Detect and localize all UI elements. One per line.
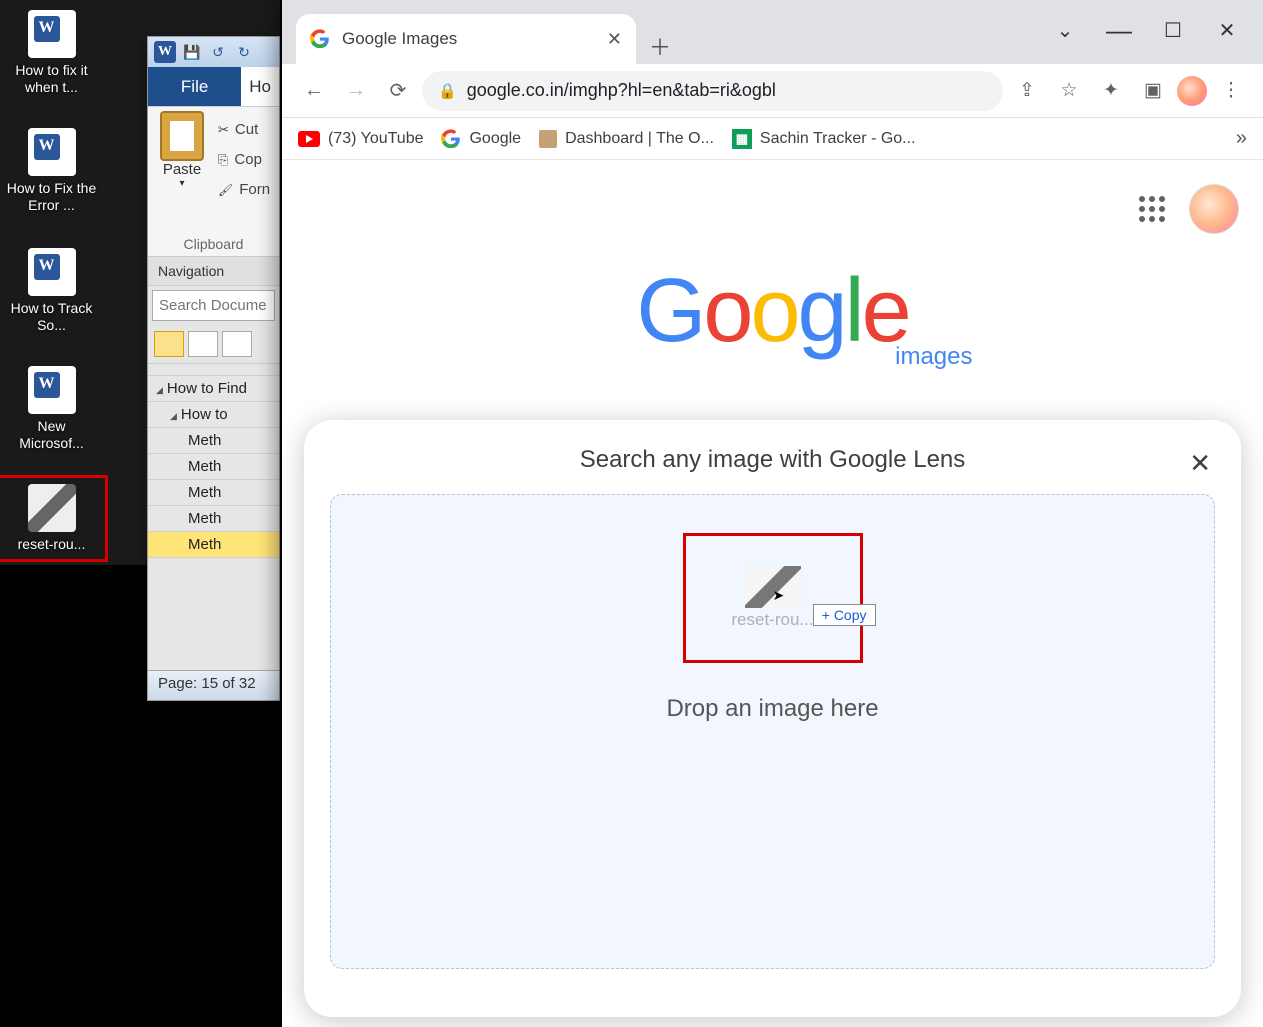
drop-hint: Drop an image here (331, 695, 1214, 723)
page-content: Google images Search any image with Goog… (282, 160, 1263, 1027)
chevron-down-icon[interactable]: ⌄ (1053, 15, 1077, 46)
desktop-icon-2[interactable]: How to Track So... (4, 248, 99, 334)
extensions-icon[interactable]: ✦ (1093, 73, 1129, 109)
close-window-icon[interactable]: ✕ (1215, 15, 1239, 46)
word-icon: W (154, 41, 176, 63)
sidepanel-icon[interactable]: ▣ (1135, 73, 1171, 109)
format-painter-button[interactable]: Forn (218, 175, 270, 205)
navigation-pane-title: Navigation (148, 257, 279, 286)
lens-title: Search any image with Google Lens (330, 446, 1215, 474)
google-icon (441, 129, 461, 149)
file-tab[interactable]: File (148, 67, 241, 106)
tree-item[interactable]: Meth (148, 479, 279, 506)
copy-button[interactable]: Cop (218, 145, 270, 175)
desktop-icon-0[interactable]: How to fix it when t... (4, 10, 99, 96)
google-apps-icon[interactable] (1139, 196, 1165, 222)
cut-button[interactable]: Cut (218, 115, 270, 145)
desktop-icon-1[interactable]: How to Fix the Error ... (4, 128, 99, 214)
address-bar-row: ← → ⟳ 🔒 google.co.in/imghp?hl=en&tab=ri&… (282, 64, 1263, 118)
bookmark-sheets[interactable]: ▦Sachin Tracker - Go... (732, 129, 916, 149)
ribbon-tabs: File Ho (148, 67, 279, 107)
desktop-icon-3[interactable]: New Microsof... (4, 366, 99, 452)
redo-icon[interactable]: ↻ (234, 42, 254, 62)
youtube-icon (298, 131, 320, 147)
chrome-window: Google Images ✕ ＋ ⌄ — ☐ ✕ ← → ⟳ 🔒 google… (282, 0, 1263, 1027)
quick-access-toolbar: W 💾 ↺ ↻ (148, 37, 279, 67)
bookmark-dashboard[interactable]: Dashboard | The O... (539, 130, 714, 148)
window-controls: ⌄ — ☐ ✕ (1053, 15, 1263, 64)
navigation-tree: How to Find How to Meth Meth Meth Meth M… (148, 364, 279, 558)
cursor-icon: ➤ (773, 587, 785, 604)
ribbon: Paste▾ Cut Cop Forn Clipboard (148, 107, 279, 257)
close-tab-icon[interactable]: ✕ (607, 29, 622, 50)
forward-button: → (338, 73, 374, 109)
bookmark-youtube[interactable]: (73) YouTube (298, 130, 423, 148)
back-button[interactable]: ← (296, 73, 332, 109)
new-tab-button[interactable]: ＋ (642, 28, 678, 64)
bookmark-google[interactable]: Google (441, 129, 521, 149)
share-icon[interactable]: ⇪ (1009, 73, 1045, 109)
browser-tab[interactable]: Google Images ✕ (296, 14, 636, 64)
account-avatar[interactable] (1189, 184, 1239, 234)
drop-zone[interactable]: ➤ reset-rou... + Copy Drop an image here (330, 494, 1215, 969)
tab-strip: Google Images ✕ ＋ ⌄ — ☐ ✕ (282, 0, 1263, 64)
omnibox[interactable]: 🔒 google.co.in/imghp?hl=en&tab=ri&ogbl (422, 71, 1003, 111)
lock-icon: 🔒 (438, 82, 457, 100)
menu-icon[interactable]: ⋮ (1213, 73, 1249, 109)
maximize-icon[interactable]: ☐ (1161, 15, 1185, 46)
save-icon[interactable]: 💾 (182, 42, 202, 62)
paste-button[interactable]: Paste▾ (152, 111, 212, 189)
word-status-bar: Page: 15 of 32 (148, 670, 279, 700)
url-text: google.co.in/imghp?hl=en&tab=ri&ogbl (467, 80, 776, 101)
dragged-image-preview: ➤ reset-rou... + Copy (683, 533, 863, 663)
word-window: W 💾 ↺ ↻ File Ho Paste▾ Cut Cop Forn Clip… (147, 36, 280, 701)
nav-view-toggle[interactable] (148, 325, 279, 364)
tree-item[interactable]: How to Find (148, 375, 279, 402)
star-icon[interactable]: ☆ (1051, 73, 1087, 109)
profile-avatar[interactable] (1177, 76, 1207, 106)
tab-title: Google Images (342, 29, 457, 49)
undo-icon[interactable]: ↺ (208, 42, 228, 62)
google-favicon-icon (310, 29, 330, 49)
reload-button[interactable]: ⟳ (380, 73, 416, 109)
tree-item[interactable]: Meth (148, 427, 279, 454)
search-document-input[interactable] (152, 290, 275, 321)
bookmarks-bar: (73) YouTube Google Dashboard | The O...… (282, 118, 1263, 160)
tree-item[interactable]: Meth (148, 505, 279, 532)
tree-item[interactable]: Meth (148, 453, 279, 480)
clipboard-group-label: Clipboard (148, 236, 279, 252)
tree-item[interactable]: How to (148, 401, 279, 428)
dragged-filename: reset-rou... (731, 610, 813, 630)
minimize-icon[interactable]: — (1107, 15, 1131, 46)
sheets-icon: ▦ (732, 129, 752, 149)
bookmarks-overflow-icon[interactable]: » (1236, 127, 1247, 150)
google-logo: Google images (282, 160, 1263, 371)
copy-tooltip: + Copy (813, 604, 876, 626)
google-lens-dialog: Search any image with Google Lens ✕ ➤ re… (304, 420, 1241, 1017)
desktop-icon-4[interactable]: reset-rou... (4, 484, 99, 553)
tree-item[interactable]: Meth (148, 531, 279, 558)
home-tab[interactable]: Ho (241, 67, 279, 106)
dashboard-icon (539, 130, 557, 148)
dragged-thumbnail: ➤ (745, 566, 801, 608)
close-icon[interactable]: ✕ (1189, 448, 1211, 479)
